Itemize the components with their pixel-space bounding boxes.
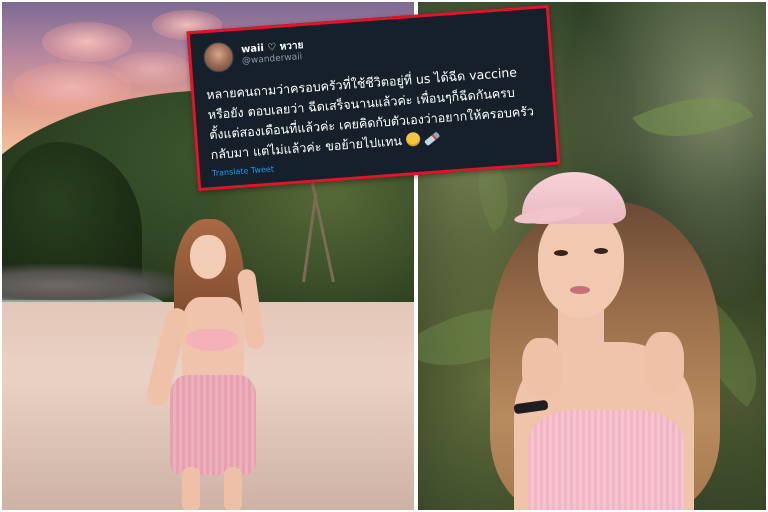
face [538, 210, 624, 318]
collage: waii ♡ หวาย @wanderwaii หลายคนถามว่าครอบ… [0, 0, 768, 512]
cloud [112, 52, 192, 86]
cloud [42, 22, 132, 62]
pink-top [186, 329, 238, 351]
eye [594, 248, 608, 254]
avatar[interactable] [202, 41, 235, 74]
tweet-card: waii ♡ หวาย @wanderwaii หลายคนถามว่าครอบ… [186, 4, 561, 192]
pink-knit-top [528, 410, 684, 510]
hand [644, 332, 684, 394]
leg [182, 467, 200, 510]
leg [224, 467, 242, 510]
eye [554, 250, 568, 256]
smiling-face-emoji-icon [405, 131, 421, 147]
face [190, 235, 226, 279]
woman-on-beach [144, 217, 282, 510]
pink-skirt [170, 375, 256, 475]
hand [522, 338, 562, 398]
syringe-emoji-icon [423, 131, 440, 147]
lips [570, 286, 590, 294]
author: waii ♡ หวาย @wanderwaii [241, 40, 305, 66]
